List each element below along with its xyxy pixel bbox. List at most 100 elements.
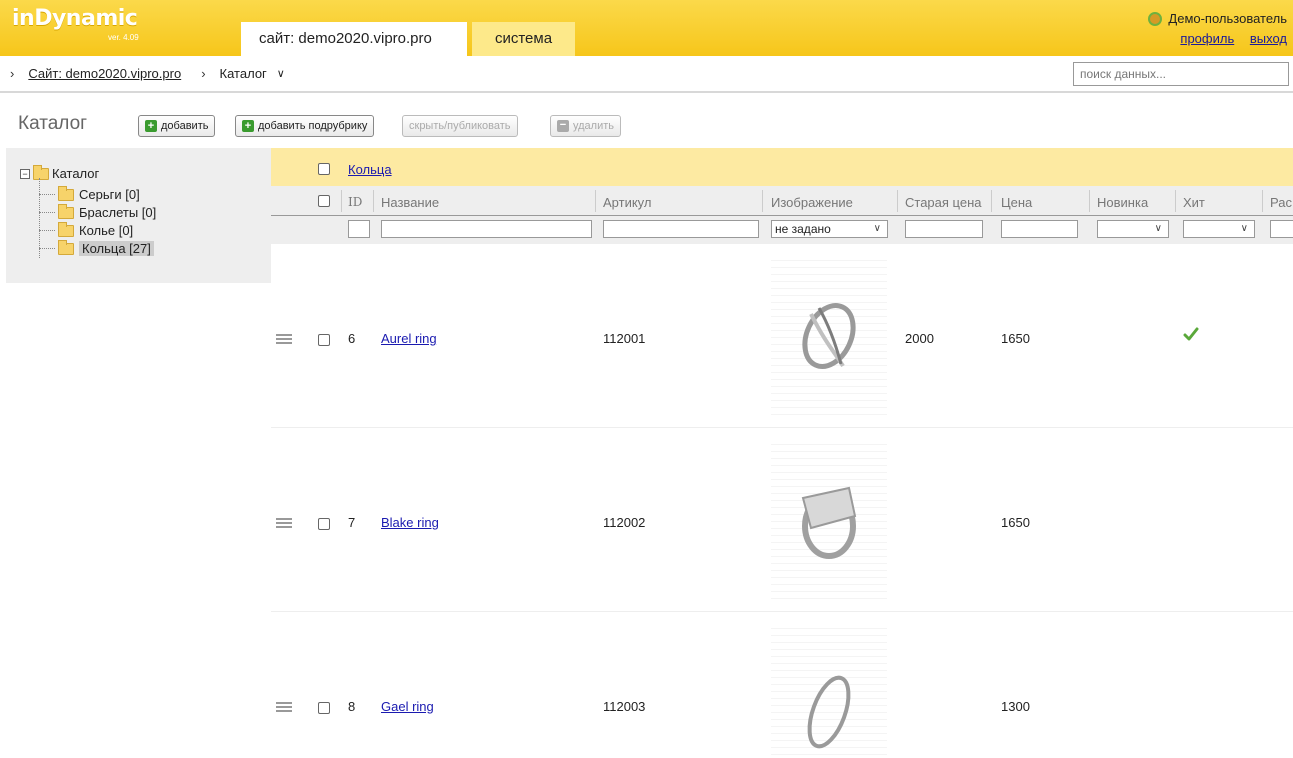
breadcrumb: › Сайт: demo2020.vipro.pro › Каталог ∨ (10, 66, 285, 81)
table-row[interactable]: 7 Blake ring 112002 1650 (271, 428, 1293, 612)
product-image[interactable] (771, 254, 887, 418)
hide-publish-label: скрыть/публиковать (409, 120, 511, 132)
row-checkbox[interactable] (318, 334, 330, 346)
column-header-more[interactable]: Рас (1270, 195, 1292, 210)
delete-button[interactable]: − удалить (550, 115, 622, 137)
column-header-price[interactable]: Цена (1001, 195, 1032, 210)
column-header-hit[interactable]: Хит (1183, 195, 1205, 210)
row-name-link[interactable]: Gael ring (381, 699, 434, 714)
tree-item-necklaces[interactable]: Колье [0] (58, 221, 134, 238)
table-row[interactable]: 8 Gael ring 112003 1300 (271, 612, 1293, 758)
tab-site[interactable]: сайт: demo2020.vipro.pro (241, 22, 467, 56)
row-old-price: 2000 (905, 331, 934, 346)
minus-icon: − (557, 120, 569, 132)
tree-root-label: Каталог (52, 166, 100, 181)
row-article: 112003 (603, 699, 646, 714)
column-header-old-price[interactable]: Старая цена (905, 195, 981, 210)
chevron-down-icon: ∨ (873, 223, 881, 234)
breadcrumb-bar: › Сайт: demo2020.vipro.pro › Каталог ∨ (0, 56, 1293, 93)
column-header-id[interactable]: ID (348, 195, 362, 209)
add-button-label: добавить (161, 120, 209, 132)
drag-handle-icon[interactable] (276, 518, 292, 530)
filter-row: не задано ∨ ∨ ∨ (271, 216, 1293, 244)
tree-item-label: Браслеты [0] (79, 205, 157, 220)
chevron-right-icon: › (10, 66, 15, 81)
row-article: 112002 (603, 515, 646, 530)
folder-icon (33, 164, 49, 180)
filter-name-input[interactable] (381, 220, 592, 238)
folder-icon (58, 185, 74, 201)
hide-publish-button[interactable]: скрыть/публиковать (402, 115, 518, 137)
plus-icon: + (145, 120, 157, 132)
row-name-link[interactable]: Blake ring (381, 515, 439, 530)
filter-hit-select[interactable]: ∨ (1183, 220, 1255, 238)
filter-article-input[interactable] (603, 220, 759, 238)
row-price: 1650 (1001, 331, 1030, 346)
tree-item-bracelets[interactable]: Браслеты [0] (58, 203, 157, 220)
plus-icon: + (242, 120, 254, 132)
tree-root[interactable]: − Каталог (20, 164, 100, 181)
column-header-image[interactable]: Изображение (771, 195, 853, 210)
ring-image (801, 486, 857, 559)
tree-item-label: Кольца [27] (79, 241, 154, 256)
tree-item-label: Серьги [0] (79, 187, 140, 202)
add-button[interactable]: + добавить (138, 115, 216, 137)
group-link[interactable]: Кольца (348, 162, 392, 177)
row-price: 1300 (1001, 699, 1030, 714)
filter-new-select[interactable]: ∨ (1097, 220, 1169, 238)
tab-system[interactable]: система (472, 22, 575, 56)
product-image[interactable] (771, 622, 887, 758)
group-row: Кольца (271, 148, 1293, 186)
user-panel: Демо-пользователь профиль выход (1148, 11, 1287, 46)
drag-handle-icon[interactable] (276, 702, 292, 714)
tree-item-earrings[interactable]: Серьги [0] (58, 185, 140, 202)
app-logo[interactable]: inDynamic ver. 4.09 (12, 6, 139, 42)
filter-image-select-value: не задано (775, 222, 831, 236)
filter-old-price-input[interactable] (905, 220, 983, 238)
table-row[interactable]: 6 Aurel ring 112001 2000 1650 (271, 244, 1293, 428)
folder-icon (58, 221, 74, 237)
chevron-down-icon[interactable]: ∨ (277, 67, 285, 80)
group-checkbox[interactable] (318, 163, 330, 175)
collapse-icon[interactable]: − (20, 168, 30, 179)
user-name: Демо-пользователь (1168, 11, 1287, 26)
chevron-right-icon: › (201, 66, 206, 81)
add-subsection-label: добавить подрубрику (258, 120, 368, 132)
ring-image (807, 675, 851, 749)
filter-more-input[interactable] (1270, 220, 1293, 238)
select-all-checkbox[interactable] (318, 195, 330, 207)
search-input[interactable] (1073, 62, 1289, 86)
add-subsection-button[interactable]: + добавить подрубрику (235, 115, 375, 137)
logout-link[interactable]: выход (1250, 31, 1287, 46)
row-id: 7 (348, 515, 356, 530)
ring-image (802, 303, 856, 369)
column-header-row: ID Название Артикул Изображение Старая ц… (271, 186, 1293, 216)
breadcrumb-current[interactable]: Каталог (220, 66, 267, 81)
tree-item-rings[interactable]: Кольца [27] (58, 239, 154, 256)
column-header-name[interactable]: Название (381, 195, 439, 210)
user-icon (1148, 11, 1163, 26)
row-name-link[interactable]: Aurel ring (381, 331, 437, 346)
profile-link[interactable]: профиль (1180, 31, 1234, 46)
column-header-new[interactable]: Новинка (1097, 195, 1148, 210)
row-id: 8 (348, 699, 356, 714)
top-bar: inDynamic ver. 4.09 сайт: demo2020.vipro… (0, 0, 1293, 56)
app-version: ver. 4.09 (108, 33, 139, 42)
filter-price-input[interactable] (1001, 220, 1078, 238)
delete-label: удалить (573, 120, 615, 132)
row-id: 6 (348, 331, 356, 346)
row-article: 112001 (603, 331, 646, 346)
folder-icon (58, 239, 74, 255)
filter-id-input[interactable] (348, 220, 370, 238)
filter-image-select[interactable]: не задано ∨ (771, 220, 888, 238)
check-icon (1183, 327, 1199, 341)
row-checkbox[interactable] (318, 518, 330, 530)
row-price: 1650 (1001, 515, 1030, 530)
breadcrumb-site-link[interactable]: Сайт: demo2020.vipro.pro (28, 66, 181, 81)
tree-item-label: Колье [0] (79, 223, 134, 238)
product-image[interactable] (771, 438, 887, 602)
folder-icon (58, 203, 74, 219)
row-checkbox[interactable] (318, 702, 330, 714)
drag-handle-icon[interactable] (276, 334, 292, 346)
column-header-article[interactable]: Артикул (603, 195, 651, 210)
